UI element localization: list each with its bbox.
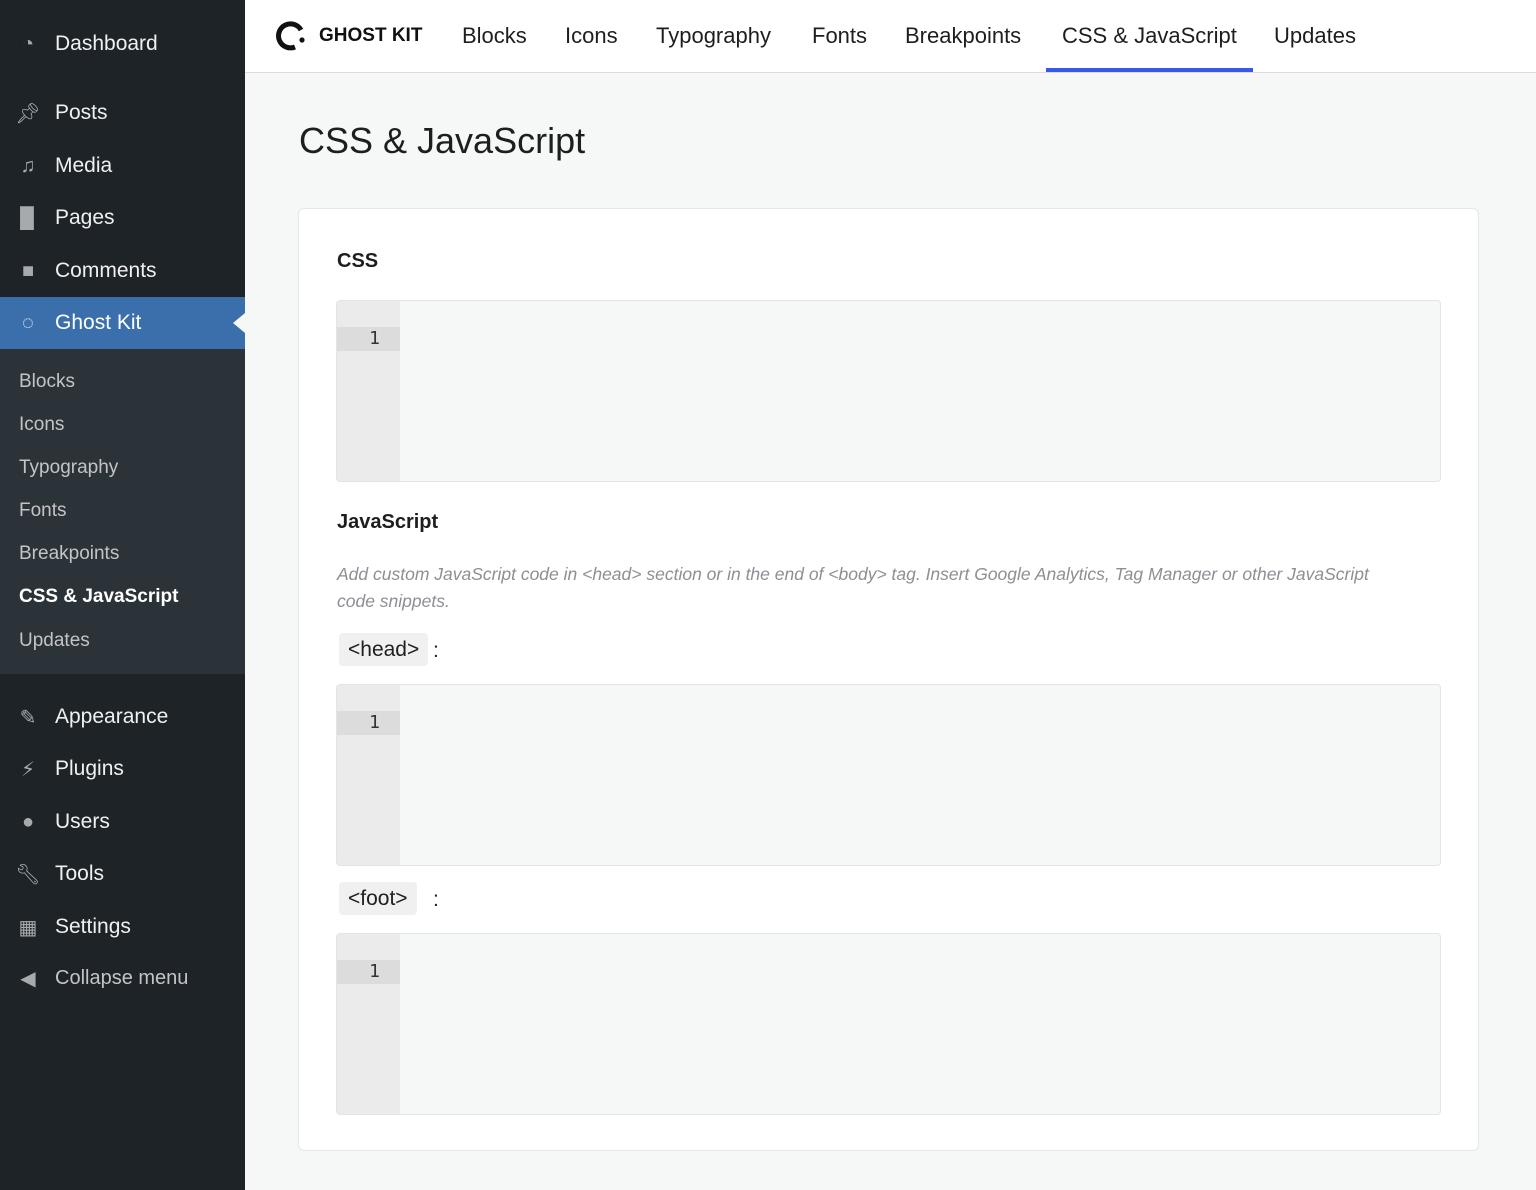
- settings-card: CSS 1 JavaScript Add custom JavaScript c…: [298, 208, 1479, 1151]
- brush-icon: ✎: [14, 705, 42, 729]
- menu-label: Plugins: [55, 757, 124, 781]
- menu-tools[interactable]: 🔧︎ Tools: [0, 848, 245, 900]
- menu-appearance[interactable]: ✎ Appearance: [0, 691, 245, 743]
- foot-js-editor[interactable]: 1: [336, 933, 1441, 1115]
- ghost-kit-topbar: GHOST KIT Blocks Icons Typography Fonts …: [245, 0, 1536, 73]
- menu-posts[interactable]: 📌︎ Posts: [0, 87, 245, 139]
- menu-users[interactable]: ● Users: [0, 796, 245, 848]
- line-number: 1: [337, 711, 400, 735]
- tab-typography[interactable]: Typography: [640, 0, 787, 72]
- page-title: CSS & JavaScript: [299, 120, 585, 162]
- plugin-icon: ⚡︎: [14, 757, 42, 781]
- submenu-blocks[interactable]: Blocks: [19, 371, 75, 393]
- submenu-updates[interactable]: Updates: [19, 630, 90, 652]
- menu-label: Appearance: [55, 705, 168, 729]
- menu-label: Users: [55, 810, 110, 834]
- menu-label: Posts: [55, 101, 108, 125]
- dashboard-icon: ◔: [14, 32, 42, 56]
- colon: :: [433, 888, 439, 912]
- ghost-kit-submenu: Blocks Icons Typography Fonts Breakpoint…: [0, 349, 245, 674]
- css-label: CSS: [337, 250, 378, 273]
- wrench-icon: 🔧︎: [14, 862, 42, 886]
- menu-label: Pages: [55, 206, 115, 230]
- media-icon: ♫: [14, 154, 42, 178]
- tab-updates[interactable]: Updates: [1258, 0, 1372, 72]
- collapse-menu-button[interactable]: ◀ Collapse menu: [0, 952, 245, 1004]
- menu-label: Dashboard: [55, 32, 158, 56]
- colon: :: [433, 639, 439, 663]
- tab-css-javascript[interactable]: CSS & JavaScript: [1046, 0, 1253, 72]
- submenu-icons[interactable]: Icons: [19, 414, 64, 436]
- menu-label: Ghost Kit: [55, 311, 141, 335]
- line-number: 1: [337, 327, 400, 351]
- head-js-editor[interactable]: 1: [336, 684, 1441, 866]
- css-editor[interactable]: 1: [336, 300, 1441, 482]
- menu-settings[interactable]: ▦ Settings: [0, 901, 245, 953]
- submenu-css-js[interactable]: CSS & JavaScript: [19, 586, 178, 608]
- menu-ghost-kit[interactable]: ◌ Ghost Kit: [0, 297, 245, 349]
- settings-icon: ▦: [14, 915, 42, 939]
- tab-icons[interactable]: Icons: [549, 0, 634, 72]
- menu-plugins[interactable]: ⚡︎ Plugins: [0, 743, 245, 795]
- menu-label: Tools: [55, 862, 104, 886]
- javascript-label: JavaScript: [337, 511, 438, 534]
- pages-icon: ▉: [14, 206, 42, 230]
- submenu-fonts[interactable]: Fonts: [19, 500, 67, 522]
- admin-sidebar: ◔ Dashboard 📌︎ Posts ♫ Media ▉ Pages ■ Commen…: [0, 0, 245, 1190]
- ghost-kit-logo: GHOST KIT: [275, 20, 422, 52]
- menu-comments[interactable]: ■ Comments: [0, 245, 245, 297]
- menu-pages[interactable]: ▉ Pages: [0, 192, 245, 244]
- javascript-description: Add custom JavaScript code in <head> sec…: [337, 561, 1397, 615]
- head-tag-label: <head>: [339, 633, 428, 666]
- menu-label: Settings: [55, 915, 131, 939]
- submenu-typography[interactable]: Typography: [19, 457, 118, 479]
- foot-tag-label: <foot>: [339, 882, 417, 915]
- comment-icon: ■: [14, 259, 42, 283]
- collapse-icon: ◀: [14, 966, 42, 990]
- menu-label: Comments: [55, 259, 157, 283]
- menu-media[interactable]: ♫ Media: [0, 140, 245, 192]
- logo-text: GHOST KIT: [319, 25, 422, 47]
- submenu-breakpoints[interactable]: Breakpoints: [19, 543, 119, 565]
- menu-label: Media: [55, 154, 112, 178]
- tab-blocks[interactable]: Blocks: [446, 0, 543, 72]
- tab-breakpoints[interactable]: Breakpoints: [889, 0, 1037, 72]
- pin-icon: 📌︎: [14, 101, 42, 125]
- ghostkit-logo-icon: [275, 20, 307, 52]
- menu-dashboard[interactable]: ◔ Dashboard: [0, 18, 245, 70]
- tab-fonts[interactable]: Fonts: [796, 0, 883, 72]
- menu-label: Collapse menu: [55, 967, 188, 990]
- user-icon: ●: [14, 810, 42, 834]
- line-number: 1: [337, 960, 400, 984]
- ghostkit-icon: ◌: [14, 311, 42, 335]
